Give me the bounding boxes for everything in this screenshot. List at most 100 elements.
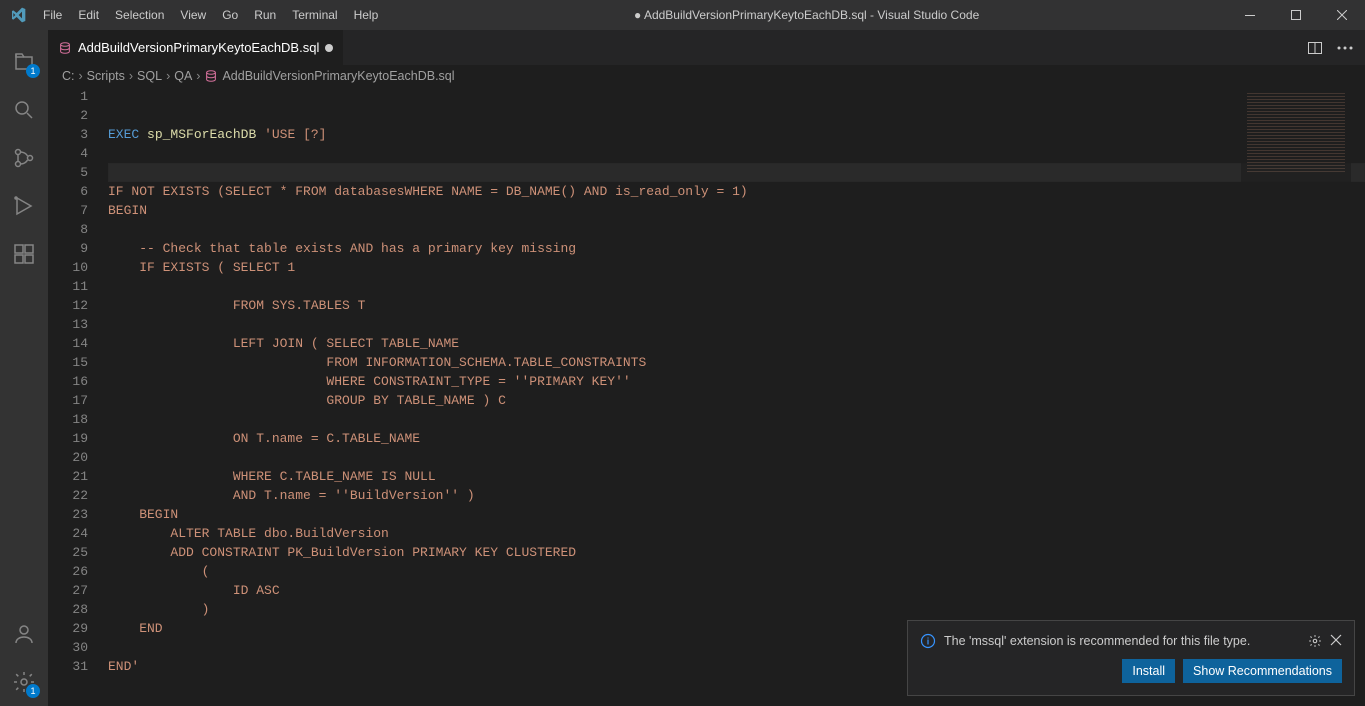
code-line[interactable]: ALTER TABLE dbo.BuildVersion	[108, 524, 1365, 543]
line-number: 7	[48, 201, 88, 220]
tab-filename: AddBuildVersionPrimaryKeytoEachDB.sql	[78, 40, 319, 55]
show-recommendations-button[interactable]: Show Recommendations	[1183, 659, 1342, 683]
breadcrumb-segment[interactable]: AddBuildVersionPrimaryKeytoEachDB.sql	[222, 69, 454, 83]
line-number: 17	[48, 391, 88, 410]
line-gutter: 1234567891011121314151617181920212223242…	[48, 87, 108, 706]
editor-tabs: AddBuildVersionPrimaryKeytoEachDB.sql	[48, 30, 1365, 65]
code-line[interactable]	[108, 220, 1365, 239]
split-editor-icon[interactable]	[1307, 40, 1323, 56]
info-icon	[920, 633, 936, 649]
line-number: 1	[48, 87, 88, 106]
code-line[interactable]	[108, 277, 1365, 296]
line-number: 4	[48, 144, 88, 163]
notification-message: The 'mssql' extension is recommended for…	[944, 634, 1300, 648]
line-number: 30	[48, 638, 88, 657]
code-area[interactable]: 1234567891011121314151617181920212223242…	[48, 87, 1365, 706]
run-debug-icon[interactable]	[0, 182, 48, 230]
close-icon[interactable]	[1330, 634, 1342, 648]
gear-icon[interactable]	[1308, 634, 1322, 648]
code-line[interactable]: LEFT JOIN ( SELECT TABLE_NAME	[108, 334, 1365, 353]
breadcrumb-segment[interactable]: C:	[62, 69, 75, 83]
source-control-icon[interactable]	[0, 134, 48, 182]
code-line[interactable]: GROUP BY TABLE_NAME ) C	[108, 391, 1365, 410]
line-number: 19	[48, 429, 88, 448]
code-line[interactable]: WHERE CONSTRAINT_TYPE = ''PRIMARY KEY''	[108, 372, 1365, 391]
menu-help[interactable]: Help	[346, 8, 387, 22]
titlebar: File Edit Selection View Go Run Terminal…	[0, 0, 1365, 30]
maximize-button[interactable]	[1273, 0, 1319, 30]
code-line[interactable]	[108, 87, 1365, 106]
line-number: 26	[48, 562, 88, 581]
line-number: 15	[48, 353, 88, 372]
line-number: 10	[48, 258, 88, 277]
code-line[interactable]: FROM SYS.TABLES T	[108, 296, 1365, 315]
line-number: 20	[48, 448, 88, 467]
code-line[interactable]: IF NOT EXISTS (SELECT * FROM databasesWH…	[108, 182, 1365, 201]
code-line[interactable]: WHERE C.TABLE_NAME IS NULL	[108, 467, 1365, 486]
menu-run[interactable]: Run	[246, 8, 284, 22]
code-line[interactable]: ID ASC	[108, 581, 1365, 600]
more-actions-icon[interactable]	[1337, 46, 1353, 50]
line-number: 16	[48, 372, 88, 391]
code-line[interactable]: ADD CONSTRAINT PK_BuildVersion PRIMARY K…	[108, 543, 1365, 562]
code-line[interactable]: ON T.name = C.TABLE_NAME	[108, 429, 1365, 448]
code-lines[interactable]: EXEC sp_MSForEachDB 'USE [?] IF NOT EXIST…	[108, 87, 1365, 706]
menu-edit[interactable]: Edit	[70, 8, 107, 22]
line-number: 24	[48, 524, 88, 543]
minimap[interactable]	[1241, 87, 1351, 706]
code-line[interactable]	[108, 144, 1365, 163]
accounts-icon[interactable]	[0, 610, 48, 658]
line-number: 6	[48, 182, 88, 201]
activity-bar: 1 1	[0, 30, 48, 706]
code-line[interactable]: )	[108, 600, 1365, 619]
line-number: 11	[48, 277, 88, 296]
tab-active[interactable]: AddBuildVersionPrimaryKeytoEachDB.sql	[48, 30, 344, 65]
code-line[interactable]: BEGIN	[108, 505, 1365, 524]
line-number: 13	[48, 315, 88, 334]
extensions-icon[interactable]	[0, 230, 48, 278]
menu-file[interactable]: File	[35, 8, 70, 22]
chevron-right-icon: ›	[129, 69, 133, 83]
breadcrumb-segment[interactable]: SQL	[137, 69, 162, 83]
dirty-indicator-icon	[325, 44, 333, 52]
search-icon[interactable]	[0, 86, 48, 134]
code-line[interactable]	[108, 410, 1365, 429]
breadcrumb[interactable]: C: › Scripts › SQL › QA › AddBuildVersio…	[48, 65, 1365, 87]
menu-go[interactable]: Go	[214, 8, 246, 22]
sql-file-icon	[58, 41, 72, 55]
menu-view[interactable]: View	[172, 8, 214, 22]
close-button[interactable]	[1319, 0, 1365, 30]
code-line[interactable]	[108, 448, 1365, 467]
line-number: 8	[48, 220, 88, 239]
line-number: 21	[48, 467, 88, 486]
code-line[interactable]: IF EXISTS ( SELECT 1	[108, 258, 1365, 277]
code-line[interactable]: FROM INFORMATION_SCHEMA.TABLE_CONSTRAINT…	[108, 353, 1365, 372]
minimize-button[interactable]	[1227, 0, 1273, 30]
line-number: 9	[48, 239, 88, 258]
line-number: 22	[48, 486, 88, 505]
editor-actions	[1307, 30, 1365, 65]
line-number: 27	[48, 581, 88, 600]
code-line[interactable]: (	[108, 562, 1365, 581]
code-line[interactable]	[108, 106, 1365, 125]
explorer-icon[interactable]: 1	[0, 38, 48, 86]
code-line[interactable]: BEGIN	[108, 201, 1365, 220]
breadcrumb-segment[interactable]: QA	[174, 69, 192, 83]
breadcrumb-segment[interactable]: Scripts	[87, 69, 125, 83]
chevron-right-icon: ›	[79, 69, 83, 83]
settings-gear-icon[interactable]: 1	[0, 658, 48, 706]
line-number: 14	[48, 334, 88, 353]
line-number: 2	[48, 106, 88, 125]
code-line[interactable]	[108, 163, 1365, 182]
editor-area: AddBuildVersionPrimaryKeytoEachDB.sql C:…	[48, 30, 1365, 706]
notification-toast: The 'mssql' extension is recommended for…	[907, 620, 1355, 696]
menu-terminal[interactable]: Terminal	[284, 8, 345, 22]
install-button[interactable]: Install	[1122, 659, 1175, 683]
code-line[interactable]: EXEC sp_MSForEachDB 'USE [?]	[108, 125, 1365, 144]
code-line[interactable]: AND T.name = ''BuildVersion'' )	[108, 486, 1365, 505]
menu-selection[interactable]: Selection	[107, 8, 172, 22]
code-line[interactable]	[108, 315, 1365, 334]
code-line[interactable]: -- Check that table exists AND has a pri…	[108, 239, 1365, 258]
line-number: 25	[48, 543, 88, 562]
vscode-icon	[0, 7, 35, 23]
